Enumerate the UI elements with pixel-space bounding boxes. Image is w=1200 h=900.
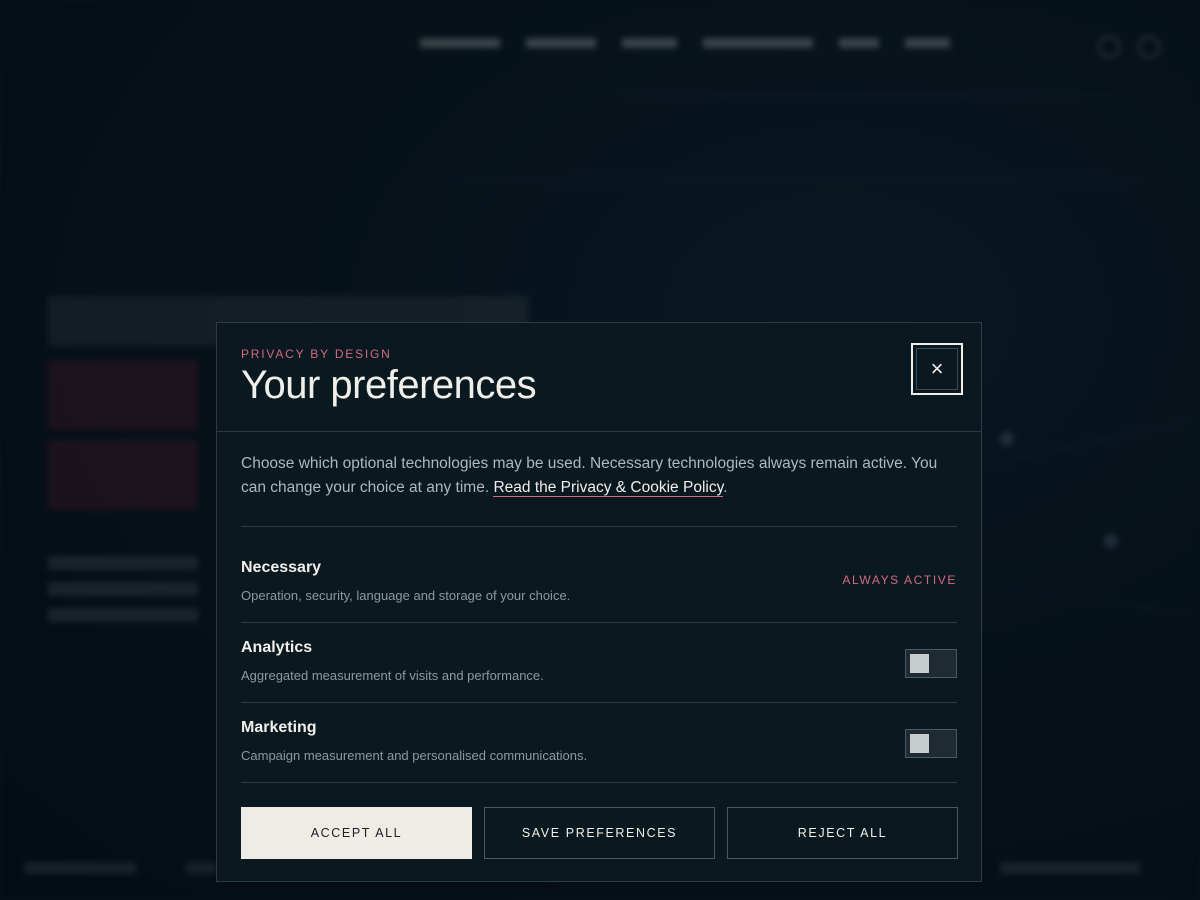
modal-title: Your preferences: [241, 363, 537, 407]
preference-name: Marketing: [241, 718, 317, 736]
close-button[interactable]: ×: [911, 343, 963, 395]
preference-description: Campaign measurement and personalised co…: [241, 747, 588, 763]
cookie-preferences-modal: PRIVACY BY DESIGN Your preferences × Cho…: [216, 322, 982, 882]
reject-all-button[interactable]: REJECT ALL: [727, 807, 958, 859]
intro-end: .: [723, 479, 728, 496]
marketing-toggle[interactable]: [905, 728, 957, 758]
save-preferences-button[interactable]: SAVE PREFERENCES: [484, 807, 715, 859]
privacy-policy-link[interactable]: Read the Privacy & Cookie Policy: [493, 479, 724, 497]
modal-eyebrow: PRIVACY BY DESIGN: [241, 347, 392, 361]
always-active-badge: ALWAYS ACTIVE: [842, 572, 957, 587]
preference-name: Necessary: [241, 558, 322, 576]
toggle-knob: [910, 653, 929, 673]
preference-row-marketing: Marketing Campaign measurement and perso…: [241, 703, 957, 783]
analytics-toggle[interactable]: [905, 648, 957, 678]
preference-row-necessary: Necessary Operation, security, language …: [241, 543, 957, 623]
preference-description: Operation, security, language and storag…: [241, 587, 571, 603]
accept-all-button[interactable]: ACCEPT ALL: [241, 807, 472, 859]
preference-name: Analytics: [241, 638, 313, 656]
modal-actions: ACCEPT ALL SAVE PREFERENCES REJECT ALL: [241, 807, 958, 859]
intro-paragraph: Choose which optional technologies may b…: [241, 452, 957, 527]
preference-row-analytics: Analytics Aggregated measurement of visi…: [241, 623, 957, 703]
toggle-knob: [910, 733, 929, 753]
preference-description: Aggregated measurement of visits and per…: [241, 667, 544, 683]
close-icon: ×: [930, 356, 944, 381]
modal-body: Choose which optional technologies may b…: [217, 452, 981, 783]
modal-header: PRIVACY BY DESIGN Your preferences ×: [217, 323, 981, 432]
